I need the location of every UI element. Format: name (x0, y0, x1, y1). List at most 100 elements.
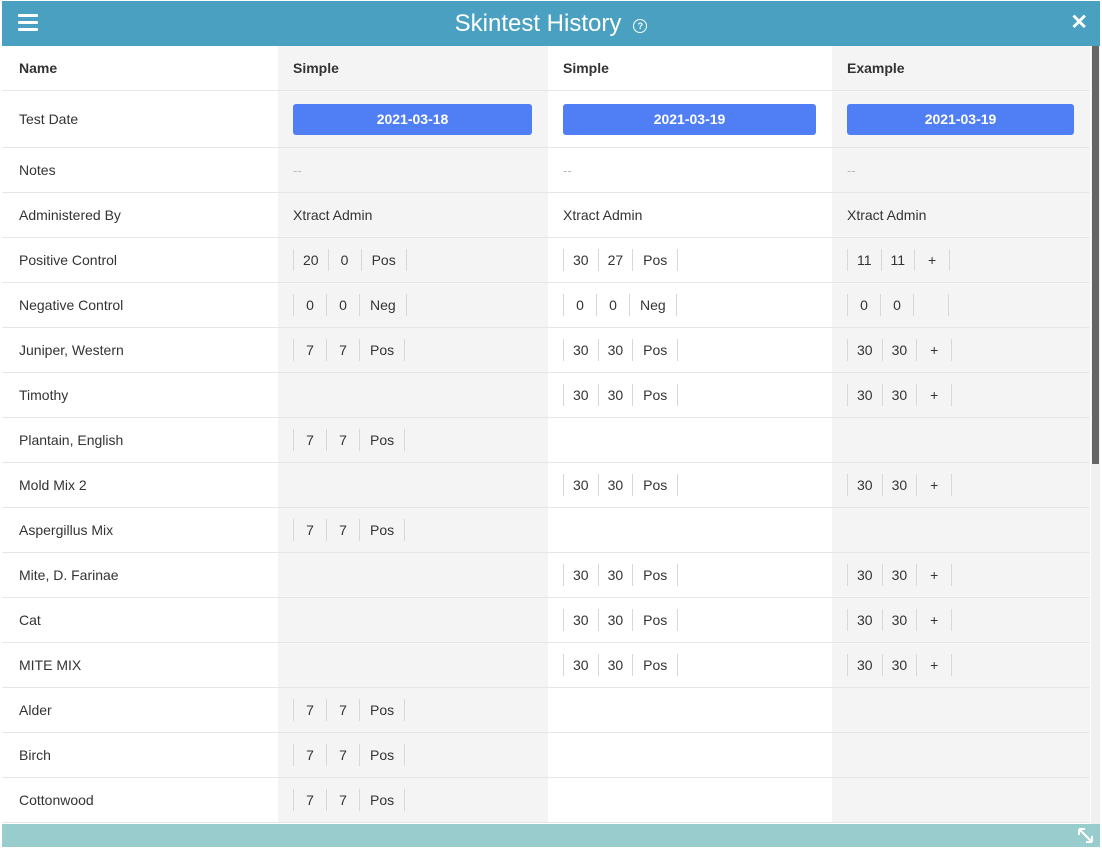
table-row: Mold Mix 2 30 30 Pos 30 30 + (2, 462, 1090, 508)
flare-value: 11 (882, 249, 916, 271)
title-wrap: Skintest History ? (2, 1, 1100, 46)
result-cell (278, 642, 548, 688)
result-cell: 11 11 + (832, 237, 1090, 283)
scrollbar-thumb[interactable] (1092, 46, 1099, 464)
table-row: Cat 30 30 Pos 30 30 + (2, 597, 1090, 643)
table-row: Aspergillus Mix 7 7 Pos (2, 507, 1090, 553)
result-cell (548, 417, 832, 463)
administered-by-value: Xtract Admin (832, 192, 1090, 238)
help-icon[interactable]: ? (633, 18, 648, 33)
result-value: Neg (630, 294, 677, 316)
title-bar: Skintest History ? ✕ (2, 1, 1100, 46)
notes-cell: -- (278, 147, 548, 193)
window-title: Skintest History (454, 9, 622, 37)
allergen-label: Positive Control (2, 237, 278, 283)
wheal-value: 30 (848, 654, 883, 676)
result-cell: 7 7 Pos (278, 327, 548, 373)
result-cell: 30 30 + (832, 372, 1090, 418)
result-cell: 0 0 Neg (548, 282, 832, 328)
notes-row: Notes -- -- -- (2, 147, 1090, 193)
result-value: + (917, 474, 953, 496)
header-row: Name Simple Simple Example (2, 46, 1090, 91)
result-group: 30 30 Pos (563, 339, 679, 361)
history-table: Name Simple Simple Example Test Date 202… (2, 46, 1090, 823)
result-group: 7 7 Pos (293, 429, 406, 451)
result-cell: 30 30 Pos (548, 462, 832, 508)
allergen-label: Aspergillus Mix (2, 507, 278, 553)
vertical-scrollbar[interactable] (1091, 46, 1100, 824)
result-cell: 00 (832, 282, 1090, 328)
test-date-button[interactable]: 2021-03-19 (563, 103, 816, 135)
result-value: Neg (360, 294, 407, 316)
flare-value: 7 (327, 744, 360, 766)
result-cell: 30 27 Pos (548, 237, 832, 283)
wheal-value: 7 (294, 744, 327, 766)
footer-bar (2, 824, 1100, 847)
allergen-label: Negative Control (2, 282, 278, 328)
wheal-value: 30 (564, 474, 599, 496)
administered-by-value: Xtract Admin (278, 192, 548, 238)
result-value: Pos (633, 474, 679, 496)
result-value: Pos (633, 339, 679, 361)
result-cell: 7 7 Pos (278, 777, 548, 823)
wheal-value: 30 (564, 564, 599, 586)
result-group: 30 30 Pos (563, 564, 679, 586)
wheal-value: 7 (294, 789, 327, 811)
allergen-label: Alder (2, 687, 278, 733)
result-cell (832, 687, 1090, 733)
result-cell (832, 417, 1090, 463)
result-value: + (915, 249, 951, 271)
test-date-button[interactable]: 2021-03-18 (293, 103, 532, 135)
result-group: 30 30 + (847, 474, 953, 496)
flare-value: 30 (883, 564, 918, 586)
flare-value: 30 (883, 609, 918, 631)
result-value: Pos (360, 789, 406, 811)
notes-value: -- (563, 163, 572, 178)
flare-value: 30 (599, 654, 634, 676)
table-row: Negative Control 0 0 Neg 0 0 Neg 0 0 (2, 282, 1090, 328)
flare-value: 30 (883, 654, 918, 676)
wheal-value: 7 (294, 699, 327, 721)
result-cell (832, 777, 1090, 823)
flare-value: 30 (599, 384, 634, 406)
wheal-value: 30 (564, 249, 599, 271)
flare-value: 7 (327, 429, 360, 451)
column-header: Simple (278, 46, 548, 91)
notes-value: -- (847, 163, 856, 178)
notes-value: -- (293, 163, 302, 178)
table-row: Juniper, Western 7 7 Pos 30 30 Pos 30 30 + (2, 327, 1090, 373)
result-value: + (917, 339, 953, 361)
table-row: Birch 7 7 Pos (2, 732, 1090, 778)
result-cell (548, 732, 832, 778)
history-table-container[interactable]: Name Simple Simple Example Test Date 202… (2, 46, 1090, 824)
wheal-value: 7 (294, 519, 327, 541)
table-row: Alder 7 7 Pos (2, 687, 1090, 733)
result-group: 7 7 Pos (293, 789, 406, 811)
wheal-value: 30 (848, 609, 883, 631)
result-group: 30 30 + (847, 564, 953, 586)
result-cell: 30 30 + (832, 462, 1090, 508)
table-row: Positive Control 20 0 Pos 30 27 Pos 11 11 + (2, 237, 1090, 283)
column-header: Simple (548, 46, 832, 91)
result-cell (278, 597, 548, 643)
wheal-value: 7 (294, 429, 327, 451)
result-cell: 30 30 Pos (548, 642, 832, 688)
flare-value: 7 (327, 519, 360, 541)
wheal-value: 7 (294, 339, 327, 361)
result-group: 0 0 Neg (293, 294, 407, 316)
close-icon[interactable]: ✕ (1070, 12, 1088, 33)
wheal-value: 11 (848, 249, 882, 271)
notes-cell: -- (548, 147, 832, 193)
result-group: 30 30 + (847, 654, 953, 676)
wheal-value: 30 (564, 384, 599, 406)
test-date-cell: 2021-03-19 (832, 90, 1090, 148)
test-date-button[interactable]: 2021-03-19 (847, 103, 1074, 135)
result-cell (278, 462, 548, 508)
wheal-value: 30 (848, 384, 883, 406)
resize-icon[interactable] (1077, 827, 1094, 844)
flare-value: 0 (597, 294, 630, 316)
result-value: Pos (362, 249, 407, 271)
result-value: + (917, 609, 953, 631)
flare-value: 30 (883, 384, 918, 406)
allergen-label: Juniper, Western (2, 327, 278, 373)
